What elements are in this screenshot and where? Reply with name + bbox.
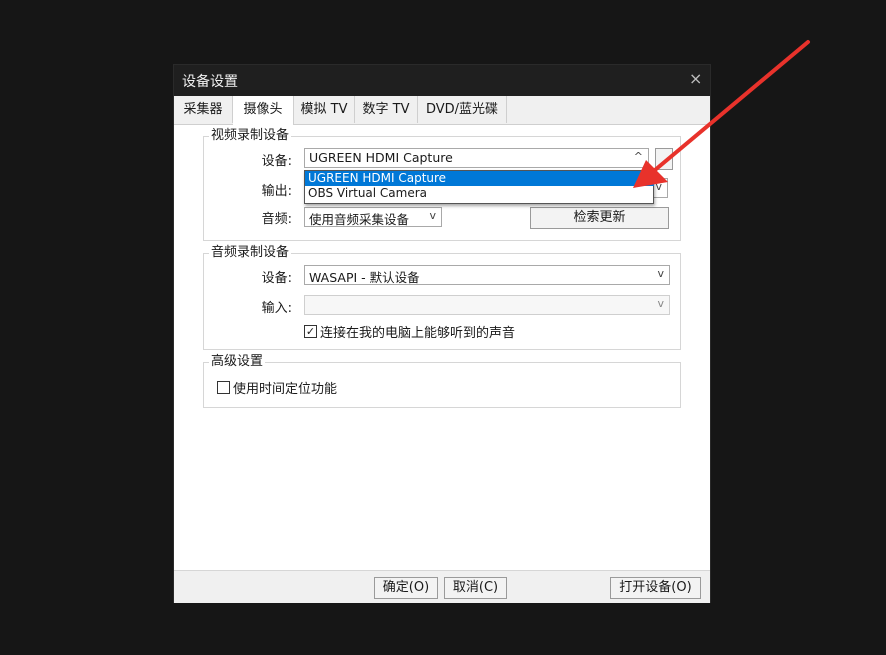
annotation-arrow [633, 40, 810, 188]
annotation-arrow-shaft [653, 40, 810, 172]
